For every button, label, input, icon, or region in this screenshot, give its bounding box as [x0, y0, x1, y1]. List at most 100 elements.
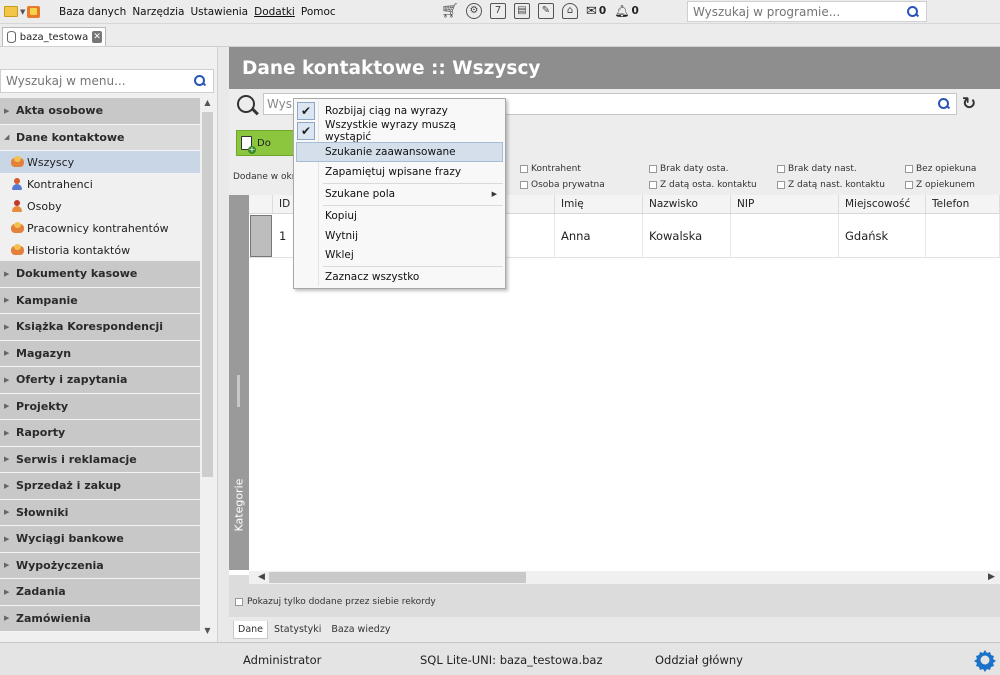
sidebar-item-wyciagi-bankowe[interactable]: ▶ Wyciągi bankowe — [0, 526, 200, 553]
sidebar-item-serwis-i-reklamacje[interactable]: ▶ Serwis i reklamacje — [0, 446, 200, 473]
menu-item-wklej[interactable]: Wklej — [296, 245, 503, 265]
sidebar-subitem-historia-kontaktow[interactable]: Historia kontaktów — [0, 239, 200, 261]
sidebar-item-sprzedaz-i-zakup[interactable]: ▶ Sprzedaż i zakup — [0, 473, 200, 500]
filter-z-data-osta-kontaktu[interactable]: Z datą osta. kontaktu — [649, 180, 757, 190]
sidebar-item-label: Słowniki — [16, 505, 69, 519]
search-icon[interactable] — [937, 97, 951, 111]
sidebar-subitem-kontrahenci[interactable]: Kontrahenci — [0, 173, 200, 195]
menu-baza-danych[interactable]: Baza danych — [56, 6, 129, 18]
sidebar-subitem-pracownicy-kontrahentow[interactable]: Pracownicy kontrahentów — [0, 217, 200, 239]
chevron-down-icon[interactable]: ▼ — [20, 8, 25, 16]
sidebar-item-magazyn[interactable]: ▶ Magazyn — [0, 340, 200, 367]
gear-icon[interactable] — [973, 648, 997, 672]
sidebar-item-slowniki[interactable]: ▶ Słowniki — [0, 499, 200, 526]
calendar-icon[interactable]: 7 — [490, 3, 506, 19]
menu-item-zaznacz-wszystko[interactable]: Zaznacz wszystko — [296, 267, 503, 287]
column-imie[interactable]: Imię — [555, 195, 643, 214]
scroll-up-icon[interactable]: ▲ — [201, 98, 214, 111]
sidebar-item-label: Sprzedaż i zakup — [16, 479, 122, 493]
sidebar-item-zamowienia[interactable]: ▶ Zamówienia — [0, 605, 200, 632]
page-title: Dane kontaktowe :: Wszyscy — [242, 58, 541, 79]
sidebar-item-raporty[interactable]: ▶ Raporty — [0, 420, 200, 447]
horizontal-scrollbar[interactable]: ◀ ▶ — [249, 571, 1000, 584]
global-search-input[interactable] — [688, 2, 906, 21]
checkbox[interactable] — [520, 165, 528, 173]
sidebar-scrollbar[interactable]: ▲ ▼ — [201, 98, 214, 639]
checkbox[interactable] — [235, 598, 243, 606]
scroll-thumb[interactable] — [202, 112, 213, 477]
menu-ustawienia[interactable]: Ustawienia — [187, 6, 251, 18]
filter-z-opiekunem[interactable]: Z opiekunem — [905, 180, 975, 190]
menu-search-input[interactable] — [1, 71, 193, 91]
sidebar-subitem-wszyscy[interactable]: Wszyscy — [0, 151, 200, 173]
row-selector[interactable] — [250, 215, 272, 257]
sidebar-item-ksiazka-korespondencji[interactable]: ▶ Książka Korespondencji — [0, 314, 200, 341]
menu-item-rozbijaj-ciag[interactable]: ✔ Rozbijaj ciąg na wyrazy — [296, 101, 503, 121]
tab-dane[interactable]: Dane — [233, 620, 269, 639]
kategorie-panel[interactable]: Kategorie — [229, 195, 249, 570]
search-icon[interactable] — [236, 94, 260, 118]
sidebar-item-zadania[interactable]: ▶ Zadania — [0, 579, 200, 606]
menu-item-kopiuj[interactable]: Kopiuj — [296, 206, 503, 226]
sidebar-item-wypozyczenia[interactable]: ▶ Wypożyczenia — [0, 552, 200, 579]
menu-search — [0, 69, 214, 93]
sidebar-item-projekty[interactable]: ▶ Projekty — [0, 393, 200, 420]
search-icon[interactable] — [193, 74, 207, 88]
checkbox[interactable] — [649, 181, 657, 189]
filter-osoba-prywatna[interactable]: Osoba prywatna — [520, 180, 605, 190]
column-nazwisko[interactable]: Nazwisko — [643, 195, 731, 214]
sidebar: ▶ Akta osobowe ◢ Dane kontaktowe Wszyscy… — [0, 47, 218, 642]
database-icon[interactable] — [27, 5, 41, 18]
folder-icon[interactable] — [4, 6, 18, 17]
menu-item-wytnij[interactable]: Wytnij — [296, 226, 503, 246]
sidebar-item-oferty-i-zapytania[interactable]: ▶ Oferty i zapytania — [0, 367, 200, 394]
scroll-down-icon[interactable]: ▼ — [201, 626, 214, 639]
menu-item-wszystkie-wyrazy[interactable]: ✔ Wszystkie wyrazy muszą wystąpić — [296, 119, 503, 143]
checkbox[interactable] — [777, 181, 785, 189]
scroll-left-icon[interactable]: ◀ — [255, 571, 268, 584]
column-nip[interactable]: NIP — [731, 195, 839, 214]
checkbox[interactable] — [905, 165, 913, 173]
menu-dodatki[interactable]: Dodatki — [251, 6, 298, 18]
panel-handle[interactable] — [237, 375, 240, 407]
context-menu: ✔ Rozbijaj ciąg na wyrazy ✔ Wszystkie wy… — [293, 98, 506, 289]
filter-brak-daty-osta[interactable]: Brak daty osta. — [649, 164, 729, 174]
refresh-icon[interactable]: ↻ — [959, 93, 979, 115]
sidebar-item-kampanie[interactable]: ▶ Kampanie — [0, 287, 200, 314]
tab-statystyki[interactable]: Statystyki — [270, 621, 325, 638]
messages-counter[interactable]: ✉ 0 — [586, 4, 606, 19]
close-icon[interactable]: ✕ — [92, 31, 102, 43]
column-miejscowosc[interactable]: Miejscowość — [839, 195, 926, 214]
user-icon[interactable]: ⌂ — [562, 3, 578, 19]
sidebar-item-dane-kontaktowe[interactable]: ◢ Dane kontaktowe — [0, 124, 200, 151]
checkbox[interactable] — [777, 165, 785, 173]
scroll-thumb[interactable] — [269, 572, 526, 583]
tab-baza-testowa[interactable]: baza_testowa ✕ — [2, 27, 106, 46]
column-telefon[interactable]: Telefon — [926, 195, 1000, 214]
sidebar-item-akta-osobowe[interactable]: ▶ Akta osobowe — [0, 98, 200, 125]
own-records-toggle[interactable]: Pokazuj tylko dodane przez siebie rekord… — [235, 597, 436, 607]
filter-z-data-nast-kontaktu[interactable]: Z datą nast. kontaktu — [777, 180, 885, 190]
checkbox[interactable] — [520, 181, 528, 189]
tab-baza-wiedzy[interactable]: Baza wiedzy — [327, 621, 394, 638]
checkbox[interactable] — [649, 165, 657, 173]
menu-item-szukane-pola[interactable]: Szukane pola ▶ — [296, 184, 503, 204]
menu-item-zapamietuj-frazy[interactable]: Zapamiętuj wpisane frazy — [296, 162, 503, 182]
chevron-right-icon: ▶ — [4, 481, 10, 490]
calculator-icon[interactable]: ▤ — [514, 3, 530, 19]
settings-icon[interactable]: ⚙ — [466, 3, 482, 19]
menu-item-szukanie-zaawansowane[interactable]: Szukanie zaawansowane — [296, 142, 503, 162]
scroll-right-icon[interactable]: ▶ — [985, 571, 998, 584]
filter-bez-opiekuna[interactable]: Bez opiekuna — [905, 164, 976, 174]
menu-pomoc[interactable]: Pomoc — [298, 6, 339, 18]
filter-brak-daty-nast[interactable]: Brak daty nast. — [777, 164, 857, 174]
cart-icon[interactable]: 🛒︎ — [441, 3, 459, 19]
edit-icon[interactable]: ✎ — [538, 3, 554, 19]
checkbox[interactable] — [905, 181, 913, 189]
notifications-counter[interactable]: 🔔︎ 0 — [614, 4, 639, 18]
sidebar-item-dokumenty-kasowe[interactable]: ▶ Dokumenty kasowe — [0, 261, 200, 288]
filter-kontrahent[interactable]: Kontrahent — [520, 164, 581, 174]
menu-narzedzia[interactable]: Narzędzia — [129, 6, 187, 18]
search-icon[interactable] — [906, 5, 920, 19]
sidebar-subitem-osoby[interactable]: Osoby — [0, 195, 200, 217]
